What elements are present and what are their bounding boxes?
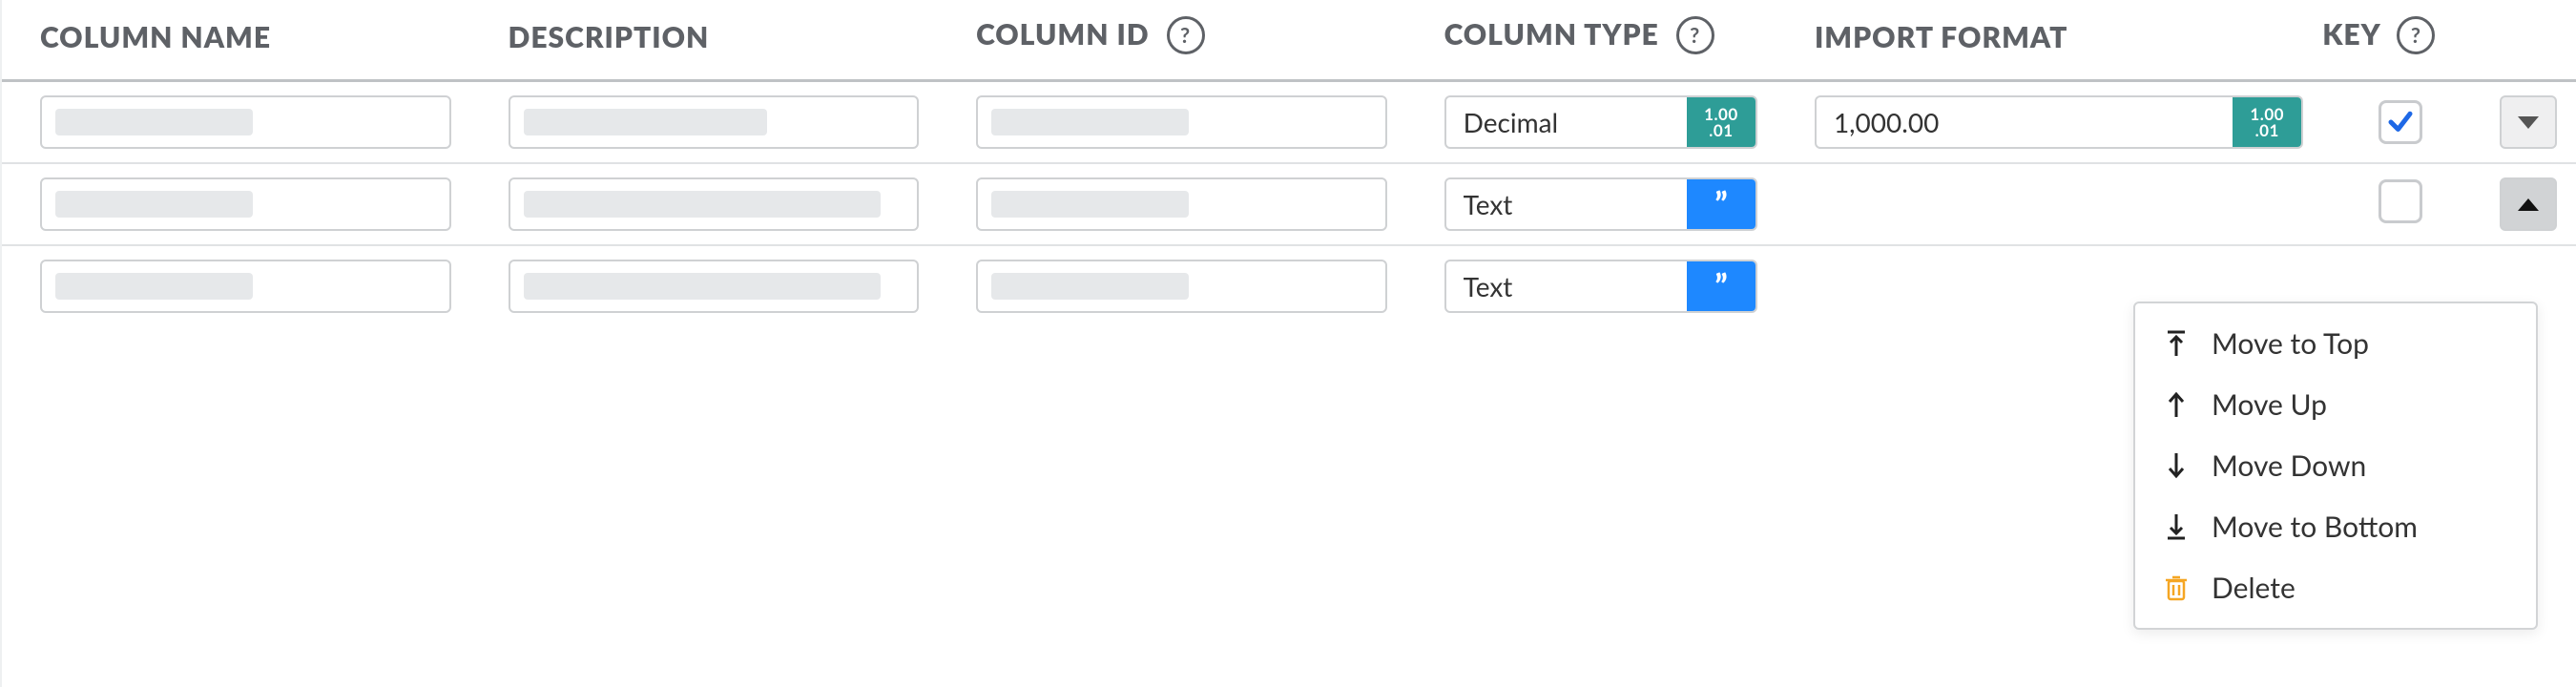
header-column-name: COLUMN NAME: [2, 0, 470, 81]
row-actions-toggle[interactable]: [2500, 177, 2557, 231]
header-description: DESCRIPTION: [470, 0, 939, 81]
menu-item-move-bottom[interactable]: Move to Bottom: [2135, 496, 2536, 557]
header-actions: [2459, 0, 2576, 81]
help-icon[interactable]: ?: [2397, 16, 2435, 54]
check-icon: [2386, 108, 2415, 136]
header-key-label: KEY: [2322, 17, 2379, 52]
key-checkbox[interactable]: [2379, 100, 2422, 144]
description-input[interactable]: [509, 260, 920, 313]
column-name-input[interactable]: [40, 177, 451, 231]
column-type-select[interactable]: Text ”: [1444, 177, 1757, 231]
text-type-icon: ”: [1687, 179, 1755, 229]
menu-item-move-down[interactable]: Move Down: [2135, 435, 2536, 496]
column-type-select[interactable]: Decimal 1.00 .01: [1444, 95, 1757, 149]
header-column-type-label: COLUMN TYPE: [1444, 17, 1659, 52]
menu-item-label: Move Down: [2212, 448, 2366, 483]
menu-item-label: Move to Bottom: [2212, 510, 2418, 544]
menu-item-label: Move to Top: [2212, 326, 2369, 361]
column-id-input[interactable]: [976, 177, 1387, 231]
arrow-down-icon: [2162, 449, 2191, 482]
menu-item-delete[interactable]: Delete: [2135, 557, 2536, 618]
column-type-select[interactable]: Text ”: [1444, 260, 1757, 313]
header-import-format: IMPORT FORMAT: [1776, 0, 2322, 81]
table-row: Decimal 1.00 .01 1,000.00 1.00 .01: [2, 81, 2576, 164]
row-actions-toggle[interactable]: [2500, 95, 2557, 149]
header-column-id: COLUMN ID ?: [938, 0, 1406, 81]
import-format-value: 1,000.00: [1817, 97, 2233, 147]
menu-item-label: Delete: [2212, 571, 2296, 605]
column-type-value: Text: [1446, 261, 1687, 311]
description-input[interactable]: [509, 177, 920, 231]
column-type-value: Text: [1446, 179, 1687, 229]
column-type-value: Decimal: [1446, 97, 1687, 147]
decimal-format-icon: 1.00 .01: [2233, 97, 2301, 147]
column-id-input[interactable]: [976, 95, 1387, 149]
move-to-bottom-icon: [2162, 510, 2191, 543]
column-name-input[interactable]: [40, 95, 451, 149]
column-name-input[interactable]: [40, 260, 451, 313]
description-input[interactable]: [509, 95, 920, 149]
header-key: KEY ?: [2322, 0, 2459, 81]
move-to-top-icon: [2162, 327, 2191, 360]
key-checkbox[interactable]: [2379, 179, 2422, 223]
import-format-select[interactable]: 1,000.00 1.00 .01: [1815, 95, 2303, 149]
column-id-input[interactable]: [976, 260, 1387, 313]
help-icon[interactable]: ?: [1676, 16, 1714, 54]
trash-icon: [2162, 572, 2191, 604]
header-column-type: COLUMN TYPE ?: [1406, 0, 1776, 81]
chevron-up-icon: [2518, 198, 2539, 211]
row-actions-menu: Move to Top Move Up Move Down Move to Bo…: [2133, 302, 2538, 630]
arrow-up-icon: [2162, 388, 2191, 421]
help-icon[interactable]: ?: [1167, 16, 1205, 54]
header-column-id-label: COLUMN ID: [976, 17, 1150, 52]
columns-table: COLUMN NAME DESCRIPTION COLUMN ID ? COLU…: [2, 0, 2576, 326]
menu-item-label: Move Up: [2212, 387, 2327, 422]
table-header-row: COLUMN NAME DESCRIPTION COLUMN ID ? COLU…: [2, 0, 2576, 81]
chevron-down-icon: [2518, 116, 2539, 129]
table-row: Text ”: [2, 163, 2576, 245]
decimal-type-icon: 1.00 .01: [1687, 97, 1755, 147]
menu-item-move-top[interactable]: Move to Top: [2135, 313, 2536, 374]
menu-item-move-up[interactable]: Move Up: [2135, 374, 2536, 435]
text-type-icon: ”: [1687, 261, 1755, 311]
